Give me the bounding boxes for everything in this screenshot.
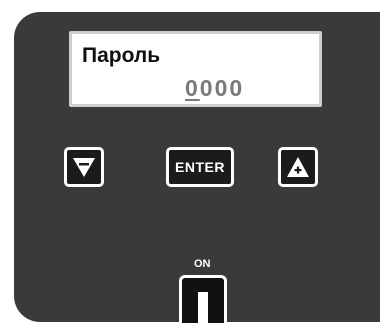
control-panel: Пароль 0000 ENTER ON: [14, 12, 380, 326]
minus-down-triangle-icon: [73, 158, 95, 177]
plus-up-triangle-icon: [287, 157, 309, 177]
display-label: Пароль: [82, 44, 161, 67]
on-label: ON: [194, 258, 211, 270]
password-value: 0000: [185, 75, 244, 102]
cursor-digit: 0: [185, 75, 200, 101]
power-bar-icon: [198, 292, 208, 326]
down-minus-button[interactable]: [64, 147, 104, 187]
enter-button[interactable]: ENTER: [166, 147, 234, 187]
on-button[interactable]: [179, 275, 227, 326]
up-plus-button[interactable]: [278, 147, 318, 187]
remaining-digits: 000: [199, 75, 245, 101]
lcd-display: Пароль 0000: [69, 31, 322, 107]
